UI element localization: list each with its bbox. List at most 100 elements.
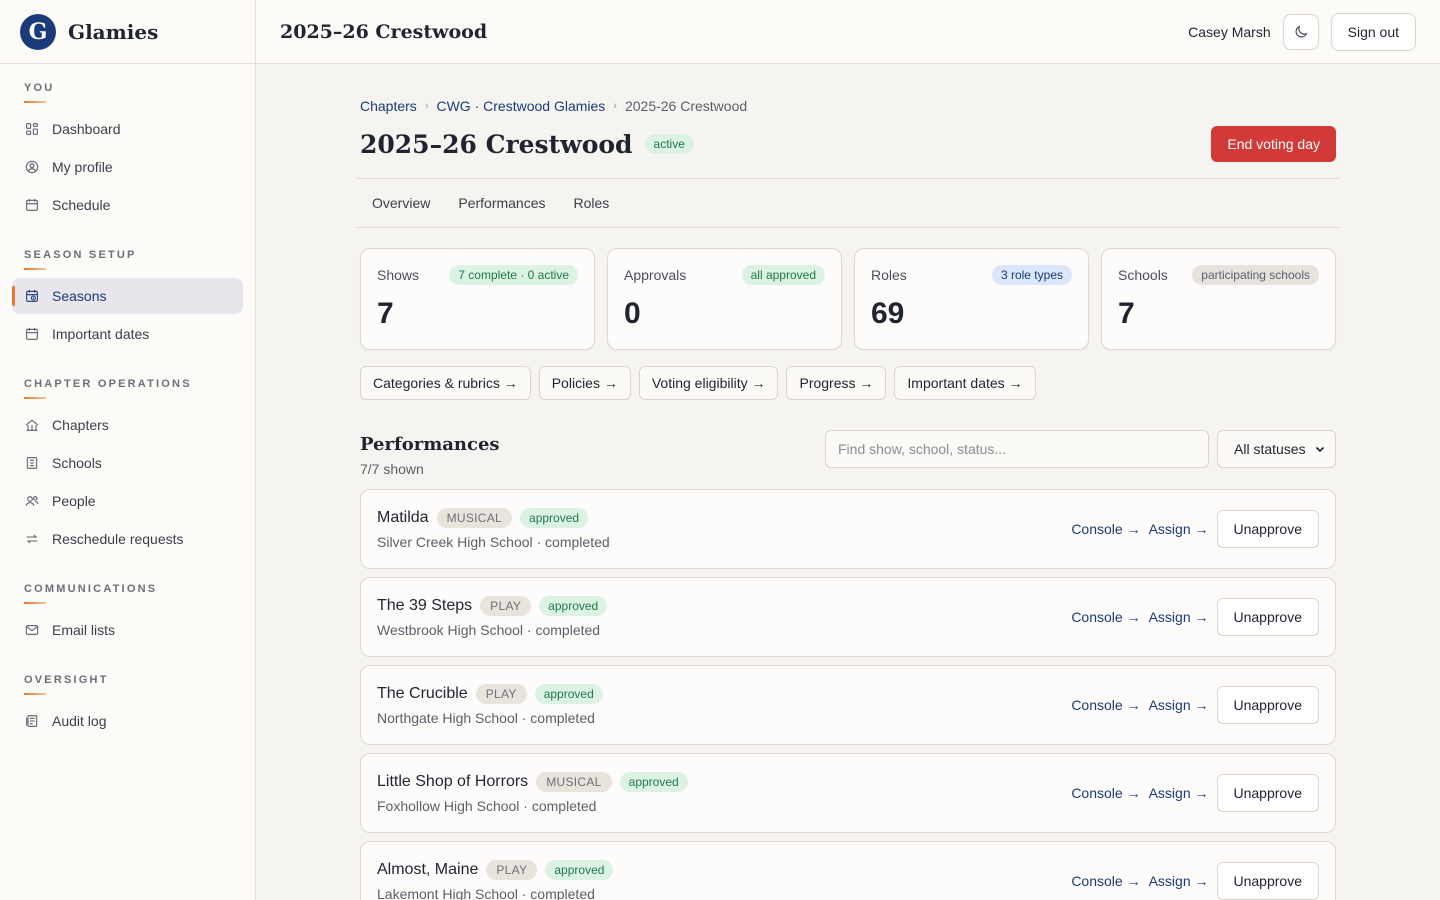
- sidebar-item-schedule[interactable]: Schedule: [12, 187, 243, 223]
- quick-link-policies[interactable]: Policies →: [538, 366, 631, 400]
- console-link[interactable]: Console →: [1071, 873, 1140, 889]
- nav-section-you: You Dashboard My profile Schedule: [0, 82, 255, 223]
- assign-link[interactable]: Assign →: [1149, 521, 1209, 537]
- console-link[interactable]: Console →: [1071, 609, 1140, 625]
- brand[interactable]: G Glamies: [0, 0, 255, 64]
- school-icon: [26, 457, 38, 469]
- tab-roles[interactable]: Roles: [574, 195, 610, 211]
- nav-heading: You: [24, 82, 55, 94]
- performance-search-input[interactable]: [825, 430, 1209, 468]
- performance-name[interactable]: Almost, Maine: [377, 861, 478, 879]
- console-link[interactable]: Console →: [1071, 785, 1140, 801]
- profile-icon: [25, 160, 39, 174]
- sidebar-item-reschedule-requests[interactable]: Reschedule requests: [12, 521, 243, 557]
- unapprove-button[interactable]: Unapprove: [1216, 774, 1319, 812]
- sidebar-nav: You Dashboard My profile Schedule Season set…: [0, 82, 255, 739]
- breadcrumb-current: 2025-26 Crestwood: [624, 98, 748, 114]
- sidebar-item-email-lists[interactable]: Email lists: [12, 612, 243, 648]
- assign-link[interactable]: Assign →: [1149, 873, 1209, 889]
- sidebar-item-label: People: [52, 493, 96, 509]
- nav-heading-accent: [24, 397, 46, 399]
- tab-performances[interactable]: Performances: [458, 195, 545, 211]
- breadcrumb-separator: ›: [613, 100, 617, 112]
- quick-link-categories-rubrics[interactable]: Categories & rubrics →: [360, 366, 531, 400]
- quick-link-voting-eligibility[interactable]: Voting eligibility →: [638, 366, 779, 400]
- performance-type-badge: MUSICAL: [436, 508, 513, 528]
- topbar: 2025–26 Crestwood Casey Marsh Sign out: [256, 0, 1440, 64]
- performance-row: Almost, Maine PLAY approved Lakemont High S…: [360, 841, 1336, 900]
- stat-card-shows: Shows 7 complete · 0 active 7: [360, 248, 595, 350]
- sidebar-item-label: Schedule: [52, 197, 111, 213]
- nav-section-oversight: Oversight Audit log: [0, 674, 255, 739]
- breadcrumb-chapter[interactable]: CWG · Crestwood Glamies: [436, 98, 605, 114]
- assign-link[interactable]: Assign →: [1149, 609, 1209, 625]
- sidebar-item-label: Audit log: [52, 713, 107, 729]
- performance-status-badge: approved: [520, 508, 589, 528]
- performance-status-badge: approved: [545, 860, 614, 880]
- quick-link-progress[interactable]: Progress →: [786, 366, 887, 400]
- sidebar-item-dashboard[interactable]: Dashboard: [12, 111, 243, 147]
- sidebar-item-audit-log[interactable]: Audit log: [12, 703, 243, 739]
- sidebar-item-label: Chapters: [52, 417, 109, 433]
- nav-heading: Communications: [24, 583, 158, 595]
- breadcrumb-chapters[interactable]: Chapters: [360, 98, 417, 114]
- performance-type-badge: MUSICAL: [536, 772, 612, 792]
- main-content: Chapters › CWG · Crestwood Glamies › 202…: [356, 64, 1340, 900]
- unapprove-button[interactable]: Unapprove: [1216, 686, 1319, 724]
- stat-badge: participating schools: [1192, 265, 1319, 285]
- stat-value: 7: [1118, 297, 1135, 330]
- sidebar-item-schools[interactable]: Schools: [12, 445, 243, 481]
- stat-label: Approvals: [624, 267, 687, 283]
- brand-name: Glamies: [68, 19, 159, 44]
- dashboard-icon: [26, 123, 38, 135]
- assign-link[interactable]: Assign →: [1149, 785, 1209, 801]
- glamies-logo-icon: G: [20, 13, 56, 50]
- status-filter-value: All statuses: [1234, 441, 1306, 457]
- sidebar-item-people[interactable]: People: [12, 483, 243, 519]
- stat-card-roles: Roles 3 role types 69: [854, 248, 1089, 350]
- unapprove-button[interactable]: Unapprove: [1216, 598, 1319, 636]
- sidebar-item-seasons[interactable]: Seasons: [12, 278, 243, 314]
- nav-heading: Season setup: [24, 249, 137, 261]
- end-voting-day-button[interactable]: End voting day: [1211, 126, 1336, 162]
- performance-name[interactable]: Matilda: [377, 509, 429, 527]
- performance-type-badge: PLAY: [486, 860, 538, 880]
- performance-row: The 39 Steps PLAY approved Westbrook High S…: [360, 577, 1336, 657]
- sidebar-item-label: Important dates: [52, 326, 150, 342]
- tab-overview[interactable]: Overview: [372, 195, 430, 211]
- performance-school: Lakemont High School · completed: [377, 886, 595, 900]
- stat-badge: 7 complete · 0 active: [449, 265, 578, 285]
- sign-out-button[interactable]: Sign out: [1330, 12, 1416, 51]
- performance-name[interactable]: Little Shop of Horrors: [377, 773, 528, 791]
- sidebar-item-label: Schools: [52, 455, 102, 471]
- performance-status-badge: approved: [539, 596, 608, 616]
- topbar-title: 2025–26 Crestwood: [280, 20, 488, 43]
- moon-icon: [1295, 25, 1307, 37]
- unapprove-button[interactable]: Unapprove: [1216, 510, 1319, 548]
- nav-heading: Oversight: [24, 674, 109, 686]
- page-title: 2025–26 Crestwood: [360, 129, 633, 159]
- sidebar-item-my-profile[interactable]: My profile: [12, 149, 243, 185]
- performance-row: The Crucible PLAY approved Northgate High S…: [360, 665, 1336, 745]
- chapters-icon: [25, 419, 39, 431]
- performance-type-badge: PLAY: [480, 596, 532, 616]
- quick-link-important-dates[interactable]: Important dates →: [894, 366, 1036, 400]
- theme-toggle-button[interactable]: [1282, 13, 1319, 50]
- nav-section-chapter-operations: Chapter operations Chapters Schools People R…: [0, 378, 255, 557]
- sidebar-item-important-dates[interactable]: Important dates: [12, 316, 243, 352]
- chevron-down-icon: [1315, 446, 1325, 453]
- console-link[interactable]: Console →: [1071, 521, 1140, 537]
- status-filter-select[interactable]: All statuses: [1217, 430, 1336, 468]
- unapprove-button[interactable]: Unapprove: [1216, 862, 1319, 900]
- calendar-clock-icon: [26, 290, 38, 302]
- performance-name[interactable]: The Crucible: [377, 685, 468, 703]
- stat-value: 69: [871, 297, 905, 330]
- console-link[interactable]: Console →: [1071, 697, 1140, 713]
- mail-icon: [25, 625, 39, 635]
- nav-section-communications: Communications Email lists: [0, 583, 255, 648]
- sidebar-item-label: Dashboard: [52, 121, 121, 137]
- sidebar-item-chapters[interactable]: Chapters: [12, 407, 243, 443]
- stat-label: Schools: [1118, 267, 1168, 283]
- performance-name[interactable]: The 39 Steps: [377, 597, 472, 615]
- assign-link[interactable]: Assign →: [1149, 697, 1209, 713]
